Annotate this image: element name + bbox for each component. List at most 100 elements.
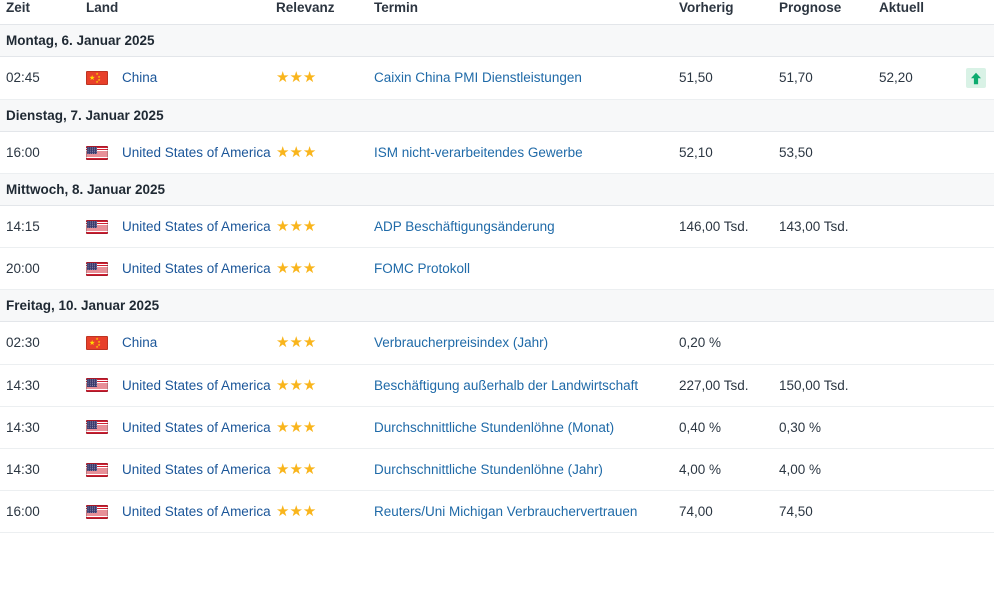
star-icon: ★ xyxy=(289,503,303,521)
star-icon: ★ xyxy=(302,218,317,236)
event-link[interactable]: Durchschnittliche Stundenlöhne (Monat) xyxy=(374,418,622,437)
us-flag-icon xyxy=(86,462,108,477)
event-country-cell[interactable]: United States of America xyxy=(86,448,276,492)
star-icon: ★ xyxy=(302,503,317,521)
event-country-cell[interactable]: United States of America xyxy=(86,364,276,407)
date-group-label: Freitag, 10. Januar 2025 xyxy=(0,289,994,323)
star-icon: ★ xyxy=(302,144,317,161)
country-link[interactable]: United States of America xyxy=(122,502,271,521)
event-country-cell[interactable]: United States of America xyxy=(86,406,276,449)
event-country-cell[interactable]: United States of America xyxy=(86,247,276,291)
event-relevance-cell: ★★★ xyxy=(276,205,374,249)
table-body: Montag, 6. Januar 2025 02:45 ★ ★ ★ ★ ★ China ★★★… xyxy=(0,24,994,534)
event-time: 02:30 xyxy=(0,321,86,365)
country-link[interactable]: United States of America xyxy=(122,418,271,437)
country-link[interactable]: United States of America xyxy=(122,460,271,479)
event-country-cell[interactable]: United States of America xyxy=(86,131,276,175)
star-icon: ★ xyxy=(276,418,290,436)
star-icon: ★ xyxy=(302,418,317,436)
event-forecast-value: 51,70 xyxy=(779,56,879,100)
event-previous-value: 0,40 % xyxy=(679,406,779,449)
event-previous-value: 146,00 Tsd. xyxy=(679,205,779,249)
event-name-cell[interactable]: Reuters/Uni Michigan Verbrauchervertraue… xyxy=(374,490,679,534)
column-header-aktuell[interactable]: Aktuell xyxy=(879,0,994,25)
event-relevance-cell: ★★★ xyxy=(276,56,374,100)
event-time: 02:45 xyxy=(0,56,86,100)
star-icon: ★ xyxy=(289,334,303,352)
event-name-cell[interactable]: Caixin China PMI Dienstleistungen xyxy=(374,56,679,100)
event-link[interactable]: Beschäftigung außerhalb der Landwirtscha… xyxy=(374,376,646,395)
event-name-cell[interactable]: FOMC Protokoll xyxy=(374,247,679,291)
event-forecast-value: 143,00 Tsd. xyxy=(779,205,879,249)
event-link[interactable]: Caixin China PMI Dienstleistungen xyxy=(374,68,590,87)
event-actual-cell xyxy=(879,490,994,534)
column-header-land[interactable]: Land xyxy=(86,0,276,25)
country-link[interactable]: United States of America xyxy=(122,376,271,395)
table-header-row: Zeit Land Relevanz Termin Vorherig Progn… xyxy=(0,0,994,25)
event-previous-value: 227,00 Tsd. xyxy=(679,364,779,407)
table-header: Zeit Land Relevanz Termin Vorherig Progn… xyxy=(0,0,994,25)
table-row[interactable]: 20:00 United States of America ★★★ FOMC Pro… xyxy=(0,247,994,291)
event-actual-cell xyxy=(879,205,994,249)
event-name-cell[interactable]: Verbraucherpreisindex (Jahr) xyxy=(374,321,679,365)
event-name-cell[interactable]: Durchschnittliche Stundenlöhne (Monat) xyxy=(374,406,679,449)
country-link[interactable]: China xyxy=(122,333,157,352)
event-relevance-cell: ★★★ xyxy=(276,490,374,534)
event-link[interactable]: Reuters/Uni Michigan Verbrauchervertraue… xyxy=(374,502,645,521)
event-link[interactable]: ADP Beschäftigungsänderung xyxy=(374,217,563,236)
star-icon: ★ xyxy=(276,144,290,161)
event-actual-cell xyxy=(879,321,994,365)
event-country-cell[interactable]: United States of America xyxy=(86,490,276,534)
table-row[interactable]: 16:00 United States of America ★★★ Reuters/… xyxy=(0,490,994,534)
date-group-header-row: Freitag, 10. Januar 2025 xyxy=(0,289,994,323)
column-header-relevanz[interactable]: Relevanz xyxy=(276,0,374,25)
event-forecast-value: 0,30 % xyxy=(779,406,879,449)
event-previous-value: 0,20 % xyxy=(679,321,779,365)
table-row[interactable]: 02:45 ★ ★ ★ ★ ★ China ★★★ Caixin China PMI Diens… xyxy=(0,56,994,100)
trend-up-badge xyxy=(966,68,986,88)
star-icon: ★ xyxy=(302,334,317,352)
event-name-cell[interactable]: Beschäftigung außerhalb der Landwirtscha… xyxy=(374,364,679,407)
cn-flag-icon: ★ ★ ★ ★ ★ xyxy=(86,71,108,85)
star-icon: ★ xyxy=(289,418,303,436)
star-icon: ★ xyxy=(276,218,290,236)
event-link[interactable]: FOMC Protokoll xyxy=(374,259,478,278)
star-icon: ★ xyxy=(276,260,290,278)
column-header-termin[interactable]: Termin xyxy=(374,0,679,25)
column-header-vorherig[interactable]: Vorherig xyxy=(679,0,779,25)
table-row[interactable]: 02:30 ★ ★ ★ ★ ★ China ★★★ Verbraucherpreisindex … xyxy=(0,321,994,365)
event-name-cell[interactable]: ISM nicht-verarbeitendes Gewerbe xyxy=(374,131,679,175)
economic-calendar: Zeit Land Relevanz Termin Vorherig Progn… xyxy=(0,0,994,590)
country-link[interactable]: United States of America xyxy=(122,143,271,162)
table-row[interactable]: 14:30 United States of America ★★★ Durchsch… xyxy=(0,448,994,492)
event-previous-value: 51,50 xyxy=(679,56,779,100)
table-row[interactable]: 16:00 United States of America ★★★ ISM nich… xyxy=(0,131,994,175)
star-icon: ★ xyxy=(302,376,317,394)
event-link[interactable]: ISM nicht-verarbeitendes Gewerbe xyxy=(374,143,591,162)
event-name-cell[interactable]: ADP Beschäftigungsänderung xyxy=(374,205,679,249)
relevance-stars: ★★★ xyxy=(276,261,316,276)
star-icon: ★ xyxy=(276,376,290,394)
country-link[interactable]: China xyxy=(122,68,157,87)
country-link[interactable]: United States of America xyxy=(122,217,271,236)
table-row[interactable]: 14:15 United States of America ★★★ ADP Besc… xyxy=(0,205,994,249)
event-link[interactable]: Durchschnittliche Stundenlöhne (Jahr) xyxy=(374,460,611,479)
event-forecast-value: 4,00 % xyxy=(779,448,879,492)
column-header-zeit[interactable]: Zeit xyxy=(0,0,86,25)
country-link[interactable]: United States of America xyxy=(122,259,271,278)
relevance-stars: ★★★ xyxy=(276,219,316,234)
event-country-cell[interactable]: United States of America xyxy=(86,205,276,249)
event-name-cell[interactable]: Durchschnittliche Stundenlöhne (Jahr) xyxy=(374,448,679,492)
relevance-stars: ★★★ xyxy=(276,335,316,350)
relevance-stars: ★★★ xyxy=(276,420,316,435)
star-icon: ★ xyxy=(289,460,303,478)
star-icon: ★ xyxy=(289,218,303,236)
column-header-prognose[interactable]: Prognose xyxy=(779,0,879,25)
event-country-cell[interactable]: ★ ★ ★ ★ ★ China xyxy=(86,321,276,365)
table-row[interactable]: 14:30 United States of America ★★★ Durchsch… xyxy=(0,406,994,449)
table-row[interactable]: 14:30 United States of America ★★★ Beschäft… xyxy=(0,364,994,407)
event-actual-cell xyxy=(879,131,994,175)
event-country-cell[interactable]: ★ ★ ★ ★ ★ China xyxy=(86,56,276,100)
star-icon: ★ xyxy=(289,260,303,278)
event-link[interactable]: Verbraucherpreisindex (Jahr) xyxy=(374,333,556,352)
